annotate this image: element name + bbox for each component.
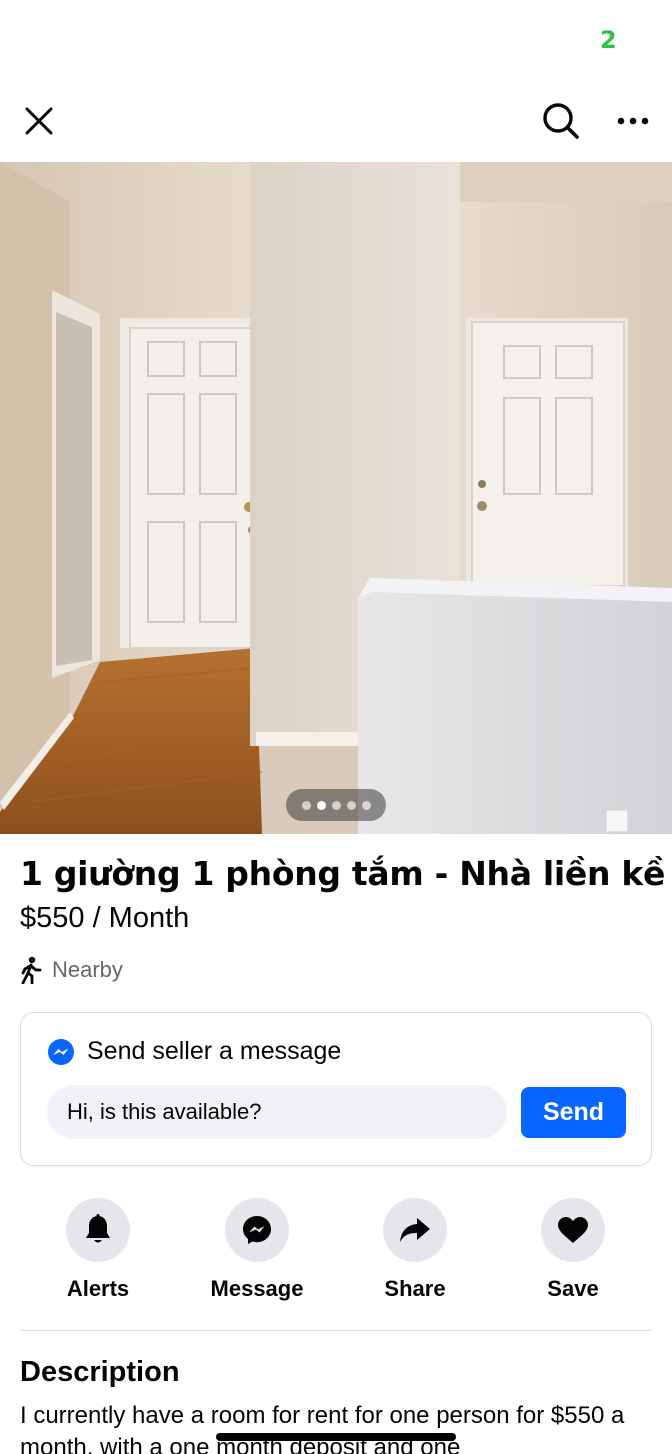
heart-icon <box>558 1217 588 1243</box>
send-button[interactable]: Send <box>521 1087 626 1138</box>
share-icon <box>400 1218 430 1242</box>
bell-icon <box>86 1214 110 1243</box>
carousel-dot <box>331 800 341 810</box>
search-button[interactable] <box>536 96 586 146</box>
carousel-indicator[interactable] <box>286 789 386 821</box>
alerts-button[interactable]: Alerts <box>38 1198 158 1302</box>
description-text: I currently have a room for rent for one… <box>20 1402 625 1454</box>
save-circle <box>541 1198 605 1262</box>
share-button[interactable]: Share <box>355 1198 475 1302</box>
location-row: Nearby <box>20 956 123 984</box>
hallway-photo-image <box>0 162 672 834</box>
location-label: Nearby <box>52 957 123 982</box>
carousel-dot <box>361 800 371 810</box>
close-icon <box>25 107 53 135</box>
search-icon <box>543 103 579 139</box>
message-label: Message <box>210 1276 304 1301</box>
messenger-icon <box>48 1038 74 1065</box>
more-horizontal-icon <box>617 117 649 125</box>
alerts-label: Alerts <box>66 1276 130 1301</box>
save-button[interactable]: Save <box>513 1198 633 1302</box>
listing-title: 1 giường 1 phòng tắm - Nhà liền kề <box>20 854 666 893</box>
message-button[interactable]: Message <box>197 1198 317 1302</box>
alerts-circle <box>66 1198 130 1262</box>
listing-price: $550 / Month <box>20 902 190 934</box>
share-circle <box>383 1198 447 1262</box>
top-bar <box>0 80 672 162</box>
section-divider <box>20 1330 652 1331</box>
listing-photo[interactable] <box>0 162 672 834</box>
status-bar: 2 <box>0 0 672 80</box>
send-message-card: Send seller a message Send <box>20 1012 652 1166</box>
card-title: Send seller a message <box>87 1037 342 1065</box>
close-button[interactable] <box>14 96 64 146</box>
share-label: Share <box>384 1276 446 1301</box>
card-header: Send seller a message <box>47 1037 341 1066</box>
message-input[interactable] <box>47 1085 507 1139</box>
more-options-button[interactable] <box>606 96 660 146</box>
home-indicator[interactable] <box>216 1433 456 1441</box>
description-heading: Description <box>20 1356 180 1388</box>
carousel-dot <box>301 800 311 810</box>
messenger-icon <box>243 1216 271 1244</box>
carousel-dot <box>346 800 356 810</box>
action-row: Alerts Message Share Save <box>0 1198 672 1308</box>
status-indicator: 2 <box>600 26 617 54</box>
save-label: Save <box>547 1276 599 1301</box>
message-circle <box>225 1198 289 1262</box>
carousel-dot-active <box>316 800 326 810</box>
walking-person-icon <box>21 956 42 984</box>
